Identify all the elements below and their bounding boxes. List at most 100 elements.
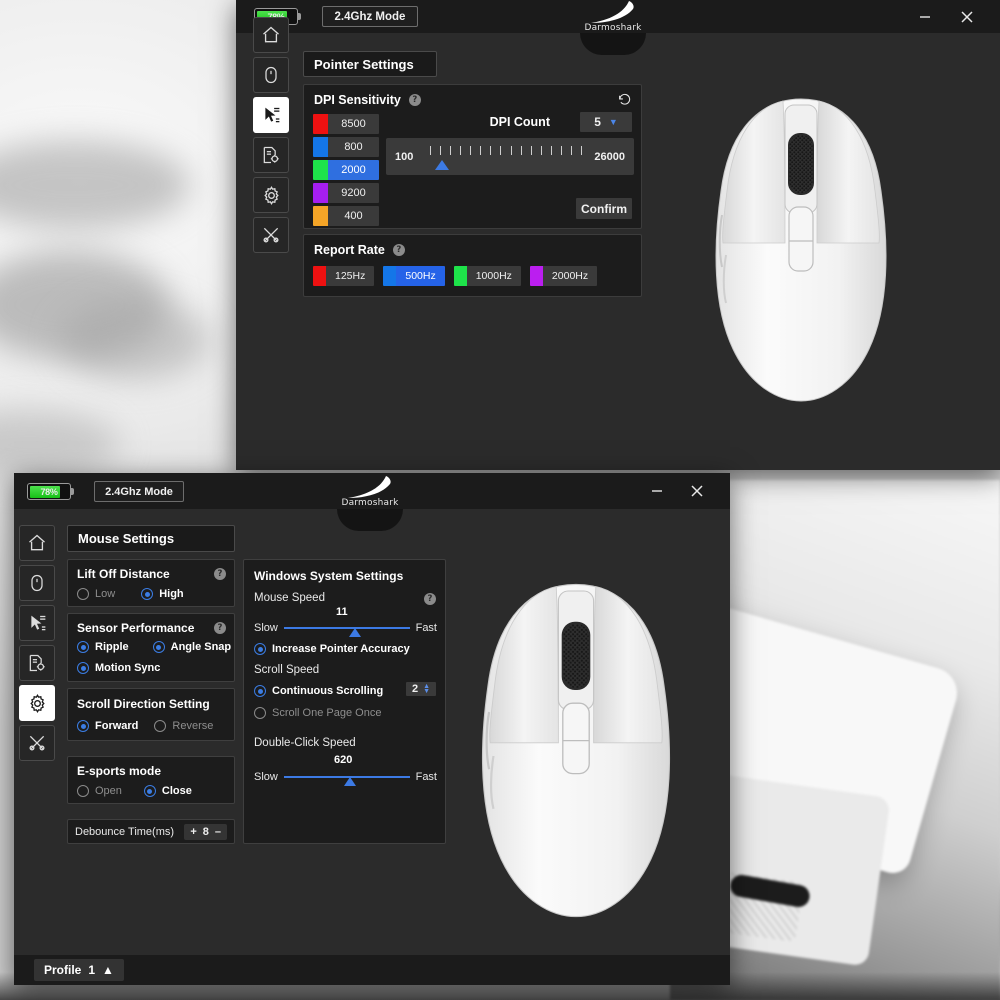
wss-title: Windows System Settings — [254, 569, 404, 583]
report-rate-option[interactable]: 1000Hz — [453, 266, 521, 286]
option-label: Continuous Scrolling — [272, 685, 384, 697]
document-gear-icon — [29, 654, 45, 672]
sensor-option-angle-snap[interactable]: Angle Snap — [152, 641, 231, 653]
dpi-sensitivity-panel: DPI Sensitivity ? 8500 800 2000 9200 400… — [303, 84, 642, 229]
dpi-color-swatch[interactable] — [313, 137, 328, 157]
increase-pointer-accuracy-option[interactable]: Increase Pointer Accuracy — [254, 643, 410, 655]
close-button[interactable] — [684, 478, 710, 504]
debounce-stepper[interactable]: + 8 – — [184, 823, 227, 840]
pointer-settings-icon — [264, 107, 279, 122]
help-icon[interactable]: ? — [408, 94, 421, 106]
scroll-direction-reverse[interactable]: Reverse — [154, 720, 213, 732]
report-rate-label: 1000Hz — [466, 266, 521, 286]
scroll-speed-label: Scroll Speed — [254, 664, 320, 676]
scroll-one-page-option[interactable]: Scroll One Page Once — [254, 707, 381, 719]
help-icon[interactable]: ? — [214, 568, 226, 580]
report-rate-swatch — [529, 266, 543, 286]
connection-mode-button[interactable]: 2.4Ghz Mode — [322, 6, 418, 27]
reset-button[interactable] — [618, 93, 631, 111]
close-button[interactable] — [954, 4, 980, 30]
mouse-speed-label: Mouse Speed — [254, 592, 325, 604]
titlebar-bottom: 78% 2.4Ghz Mode Darmoshark — [14, 473, 730, 531]
sidebar-item-tools[interactable] — [253, 217, 289, 253]
minimize-button[interactable] — [912, 4, 938, 30]
reset-icon — [619, 93, 631, 105]
sidebar-item-tools[interactable] — [19, 725, 55, 761]
dpi-slider-thumb[interactable] — [435, 160, 449, 170]
option-label: Reverse — [172, 720, 214, 732]
sidebar-item-pointer[interactable] — [19, 605, 55, 641]
mouse-speed-track-wrap[interactable] — [283, 621, 410, 637]
double-click-thumb[interactable] — [344, 777, 357, 786]
brand-name: Darmoshark — [584, 23, 642, 33]
double-click-track-wrap[interactable] — [283, 770, 410, 786]
esports-option-open[interactable]: Open — [77, 785, 122, 797]
sidebar-item-mouse[interactable] — [19, 565, 55, 601]
option-label: Scroll One Page Once — [272, 707, 382, 719]
dpi-color-swatch[interactable] — [313, 160, 328, 180]
mouse-speed-thumb[interactable] — [349, 628, 362, 637]
dpi-count-value: 5 — [594, 115, 601, 129]
minimize-button[interactable] — [644, 478, 670, 504]
scroll-direction-forward[interactable]: Forward — [77, 720, 138, 732]
dpi-stage-row[interactable]: 9200 — [313, 183, 379, 203]
help-icon[interactable]: ? — [214, 622, 226, 634]
dpi-count-select[interactable]: 5 ▼ — [580, 112, 632, 132]
esports-option-close[interactable]: Close — [143, 785, 192, 797]
connection-mode-button[interactable]: 2.4Ghz Mode — [94, 481, 184, 502]
sidebar-item-settings[interactable] — [253, 177, 289, 213]
dpi-slider-min: 100 — [395, 150, 414, 163]
debounce-label: Debounce Time(ms) — [75, 825, 175, 838]
double-click-speed-label: Double-Click Speed — [254, 737, 356, 749]
titlebar-top: 78% 2.4Ghz Mode Darmoshark — [236, 0, 1000, 55]
continuous-scrolling-option[interactable]: Continuous Scrolling — [254, 685, 383, 697]
sidebar-item-home[interactable] — [253, 17, 289, 53]
gear-icon — [263, 185, 279, 205]
mouse-speed-slider[interactable]: Slow Fast — [254, 621, 437, 637]
dpi-color-swatch[interactable] — [313, 183, 328, 203]
dpi-color-swatch[interactable] — [313, 114, 328, 134]
dpi-stage-row[interactable]: 400 — [313, 206, 379, 226]
spinner-arrows-icon[interactable]: ▲ ▼ — [423, 683, 430, 695]
shark-fin-icon — [591, 1, 634, 23]
mouse-speed-value: 11 — [336, 606, 348, 618]
sidebar-item-pointer[interactable] — [253, 97, 289, 133]
sensor-option-ripple[interactable]: Ripple — [77, 641, 129, 653]
slider-tick — [510, 146, 512, 155]
slider-tick — [550, 146, 552, 155]
sidebar-item-macro[interactable] — [19, 645, 55, 681]
pointer-settings-window: 78% 2.4Ghz Mode Darmoshark — [236, 0, 1000, 470]
report-rate-option[interactable]: 2000Hz — [529, 266, 598, 286]
report-rate-option[interactable]: 125Hz — [313, 266, 375, 286]
slider-tick — [490, 146, 492, 155]
sidebar-item-home[interactable] — [19, 525, 55, 561]
option-label: Open — [95, 785, 122, 797]
mouse-preview-bottom — [466, 573, 686, 928]
sidebar-item-macro[interactable] — [253, 137, 289, 173]
sensor-option-motion-sync[interactable]: Motion Sync — [77, 662, 160, 674]
dpi-stage-row[interactable]: 2000 — [313, 160, 379, 180]
stepper-value: 8 — [202, 825, 209, 838]
sidebar-item-settings[interactable] — [19, 685, 55, 721]
lift-off-option-low[interactable]: Low — [77, 588, 115, 600]
radio-icon — [143, 785, 156, 797]
sidebar-item-mouse[interactable] — [253, 57, 289, 93]
profile-selector[interactable]: Profile 1 ▲ — [34, 959, 124, 981]
dpi-slider[interactable]: 100 26000 — [386, 138, 634, 175]
radio-icon — [152, 641, 165, 653]
report-rate-option[interactable]: 500Hz — [383, 266, 445, 286]
radio-icon — [254, 685, 266, 697]
scroll-lines-spinner[interactable]: 2 ▲ ▼ — [405, 682, 436, 696]
dpi-stage-row[interactable]: 800 — [313, 137, 379, 157]
dpi-color-swatch[interactable] — [313, 206, 328, 226]
slider-tick — [500, 146, 502, 155]
stepper-plus[interactable]: + — [190, 826, 196, 838]
dpi-stage-row[interactable]: 8500 — [313, 114, 379, 134]
confirm-button[interactable]: Confirm — [576, 198, 632, 219]
radio-icon — [77, 588, 89, 600]
help-icon[interactable]: ? — [392, 244, 405, 256]
help-icon[interactable]: ? — [424, 593, 436, 605]
stepper-minus[interactable]: – — [215, 826, 221, 838]
lift-off-option-high[interactable]: High — [141, 588, 184, 600]
double-click-slider[interactable]: Slow Fast — [254, 770, 437, 786]
